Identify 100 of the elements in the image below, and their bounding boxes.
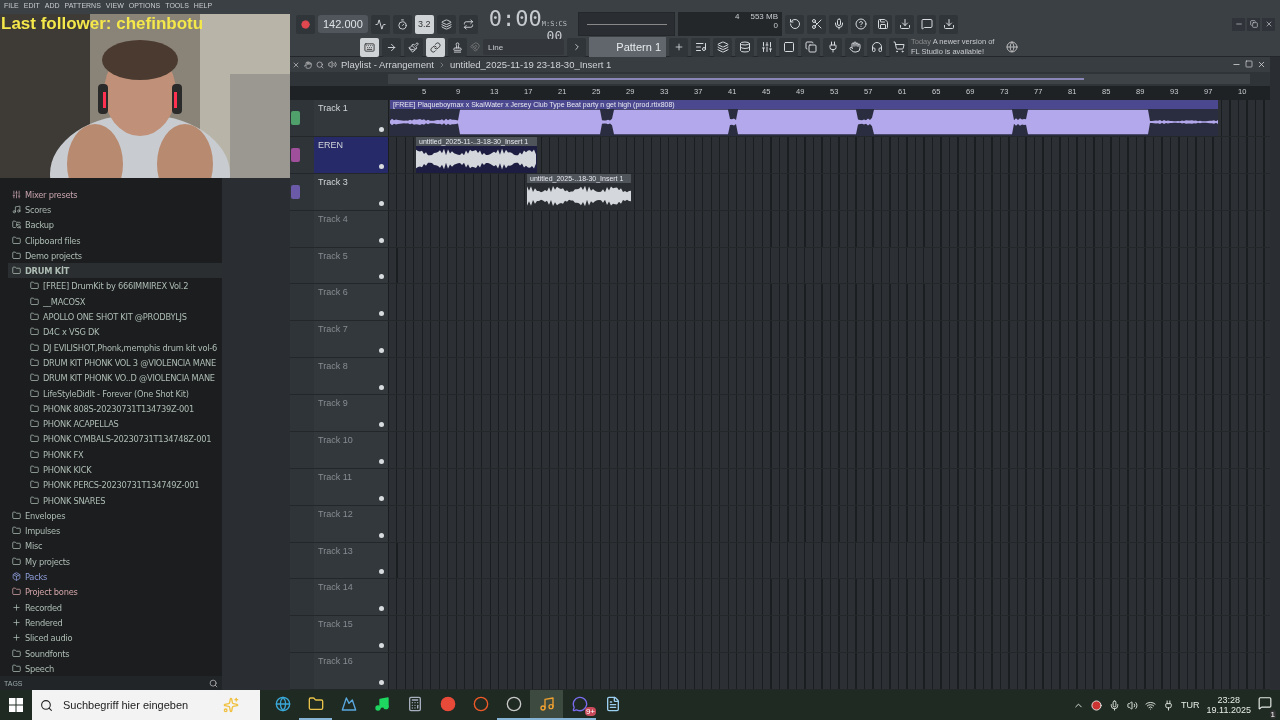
keyboard-button[interactable] — [360, 37, 379, 57]
speaker-icon[interactable] — [1127, 699, 1139, 711]
browser-item[interactable]: Envelopes — [8, 507, 222, 524]
browser-item[interactable]: My projects — [8, 553, 222, 569]
zoom-icon[interactable] — [316, 60, 324, 69]
browser-item[interactable]: Sliced audio — [8, 630, 222, 646]
browser-item[interactable]: Mixer presets — [8, 186, 222, 202]
toolbar-button[interactable] — [829, 14, 849, 34]
track-header[interactable]: Track 9 — [314, 395, 388, 431]
browser-item[interactable]: [FREE] DrumKit by 666IMMIREX Vol.2 — [8, 278, 222, 294]
toolbar-button[interactable] — [807, 14, 827, 34]
toolbar-button[interactable] — [779, 37, 798, 57]
browser-item[interactable]: LifeStyleDidIt - Forever (One Shot Kit) — [8, 385, 222, 401]
toolbar-button[interactable] — [939, 14, 959, 34]
close-icon[interactable] — [292, 60, 300, 69]
search-icon[interactable] — [209, 678, 218, 688]
toggle-button[interactable]: 3.2 — [414, 14, 434, 34]
hand-icon[interactable] — [304, 60, 312, 69]
toggle-button[interactable] — [436, 14, 456, 34]
browser-item[interactable]: Packs — [8, 568, 222, 585]
browser-item[interactable]: Soundfonts — [8, 645, 222, 661]
browser-item[interactable]: Impulses — [8, 523, 222, 539]
track-button[interactable] — [379, 200, 384, 206]
microphone-icon[interactable] — [1109, 699, 1121, 711]
clock-date[interactable]: 19.11.2025 — [1206, 705, 1251, 715]
toolbar-button[interactable] — [735, 37, 754, 57]
power-icon[interactable] — [1163, 699, 1175, 711]
overview-scrollbar[interactable] — [388, 74, 1250, 84]
browser-item[interactable]: DRUM KIT PHONK VO..D @VIOLENCIA MANE — [8, 370, 222, 386]
browser-item[interactable]: Clipboard files — [8, 232, 222, 248]
track-button[interactable] — [379, 643, 384, 649]
language-indicator[interactable]: TUR — [1181, 700, 1200, 710]
close-button[interactable] — [1262, 17, 1275, 31]
track-header[interactable]: Track 10 — [314, 431, 388, 468]
tempo-display[interactable]: 142.000 — [318, 15, 368, 33]
browser-item[interactable]: Misc — [8, 538, 222, 554]
toolbar-button[interactable] — [691, 37, 710, 57]
toolbar-button[interactable] — [873, 14, 893, 34]
browser-item[interactable]: DRUM KİT — [8, 263, 222, 279]
track-header[interactable]: Track 3 — [314, 173, 388, 210]
toolbar-button[interactable] — [917, 14, 937, 34]
browser-item[interactable]: PHONK KICK — [8, 461, 222, 478]
browser-item[interactable]: APOLLO ONE SHOT KIT @PRODBYLJS — [8, 308, 222, 325]
browser-item[interactable]: PHONK FX — [8, 446, 222, 462]
browser-item[interactable]: Demo projects — [8, 247, 222, 263]
notifications-icon[interactable] — [1258, 696, 1272, 710]
browser-item[interactable]: Recorded — [8, 599, 222, 615]
track-header[interactable]: Track 14 — [314, 579, 388, 616]
toolbar-button[interactable] — [823, 37, 842, 57]
browser-item[interactable]: Rendered — [8, 614, 222, 631]
track-button[interactable] — [379, 680, 384, 685]
close-button[interactable] — [1257, 60, 1266, 69]
track-button[interactable] — [379, 237, 384, 243]
maximize-button[interactable] — [1245, 60, 1253, 68]
search-input[interactable]: Suchbegriff hier eingeben — [61, 698, 215, 712]
browser-item[interactable]: PHONK ACAPELLAS — [8, 415, 222, 432]
browser-item[interactable]: __MACOSX — [8, 293, 222, 309]
toolbar-button[interactable] — [757, 37, 776, 57]
track-header[interactable]: Track 8 — [314, 358, 388, 394]
track-button[interactable] — [379, 569, 384, 575]
track-button[interactable] — [379, 126, 384, 132]
browser-item[interactable]: DJ EVILISHOT,Phonk,memphis drum kit vol-6 — [8, 339, 222, 355]
track-button[interactable] — [379, 532, 384, 538]
track-header[interactable]: Track 1 — [314, 100, 388, 136]
browser-item[interactable]: Scores — [8, 201, 222, 218]
network-icon[interactable] — [1145, 699, 1157, 711]
toolbar-button[interactable] — [851, 14, 871, 34]
browser-item[interactable]: Speech — [8, 660, 222, 676]
search-bar[interactable]: Suchbegriff hier eingeben — [32, 690, 260, 720]
track-button[interactable] — [379, 348, 384, 354]
toggle-button[interactable] — [370, 14, 390, 34]
toggle-button[interactable] — [392, 14, 412, 34]
track-button[interactable] — [379, 458, 384, 464]
stamp-button[interactable] — [448, 37, 467, 57]
track-button[interactable] — [379, 311, 384, 317]
browser-item[interactable]: D4C x VSG DK — [8, 324, 222, 340]
toolbar-button[interactable] — [801, 37, 820, 57]
link-button[interactable] — [426, 37, 445, 57]
track-header[interactable]: Track 6 — [314, 284, 388, 321]
toolbar-button[interactable] — [845, 37, 864, 57]
arrow-button[interactable] — [382, 37, 401, 57]
brush-button[interactable] — [404, 37, 423, 57]
toolbar-button[interactable] — [867, 37, 886, 57]
track-header[interactable]: Track 12 — [314, 505, 388, 542]
track-header[interactable]: Track 11 — [314, 468, 388, 505]
restore-button[interactable] — [1247, 17, 1260, 31]
browser-item[interactable]: PHONK SNARES — [8, 492, 222, 508]
track-button[interactable] — [379, 421, 384, 427]
record-icon[interactable] — [1091, 699, 1103, 711]
track-header[interactable]: Track 4 — [314, 210, 388, 247]
track-header[interactable]: Track 13 — [314, 542, 388, 579]
pattern-selector[interactable]: Pattern 1 — [589, 37, 666, 57]
toolbar-button[interactable] — [785, 14, 805, 34]
track-header[interactable]: Track 7 — [314, 321, 388, 358]
track-button[interactable] — [379, 495, 384, 501]
record-button[interactable] — [296, 14, 315, 34]
toolbar-button[interactable] — [895, 14, 915, 34]
browser-item[interactable]: PHONK 808S-20230731T134739Z-001 — [8, 400, 222, 416]
track-header[interactable]: Track 15 — [314, 616, 388, 653]
browser-item[interactable]: Project bones — [8, 584, 222, 600]
